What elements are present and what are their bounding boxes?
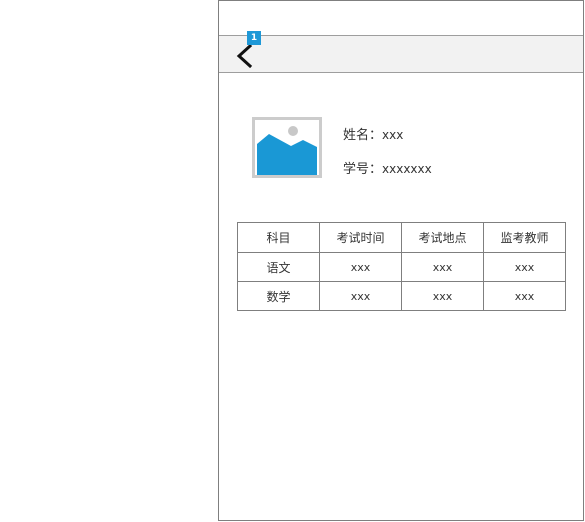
table-cell: xxx [401, 281, 484, 311]
canvas: 1 姓名：xxx 学号：xxxxxxx 科目 考试时间 考试地点 监考教师 语文 [0, 0, 585, 522]
name-label: 姓名： [343, 128, 383, 143]
table-row: 数学 xxx xxx xxx [237, 281, 566, 311]
phone-screen: 1 姓名：xxx 学号：xxxxxxx 科目 考试时间 考试地点 监考教师 语文 [218, 0, 584, 521]
column-header: 考试时间 [319, 222, 402, 253]
table-cell: xxx [319, 281, 402, 311]
student-id: 学号：xxxxxxx [343, 158, 432, 177]
avatar [252, 117, 322, 178]
table-cell: xxx [483, 252, 566, 282]
table-header-row: 科目 考试时间 考试地点 监考教师 [237, 222, 566, 253]
annotation-badge: 1 [247, 31, 261, 45]
exam-table: 科目 考试时间 考试地点 监考教师 语文 xxx xxx xxx 数学 xxx … [237, 222, 566, 311]
table-cell: 语文 [237, 252, 320, 282]
chevron-left-icon [236, 43, 253, 69]
id-label: 学号： [343, 162, 383, 177]
table-cell: xxx [401, 252, 484, 282]
table-cell: 数学 [237, 281, 320, 311]
name-value: xxx [382, 128, 404, 142]
image-placeholder-icon [255, 120, 319, 175]
table-row: 语文 xxx xxx xxx [237, 252, 566, 282]
column-header: 科目 [237, 222, 320, 253]
table-cell: xxx [483, 281, 566, 311]
table-cell: xxx [319, 252, 402, 282]
back-button[interactable] [233, 43, 257, 69]
top-nav-bar: 1 [219, 31, 583, 73]
column-header: 考试地点 [401, 222, 484, 253]
student-name: 姓名：xxx [343, 124, 403, 143]
id-value: xxxxxxx [382, 162, 432, 176]
column-header: 监考教师 [483, 222, 566, 253]
